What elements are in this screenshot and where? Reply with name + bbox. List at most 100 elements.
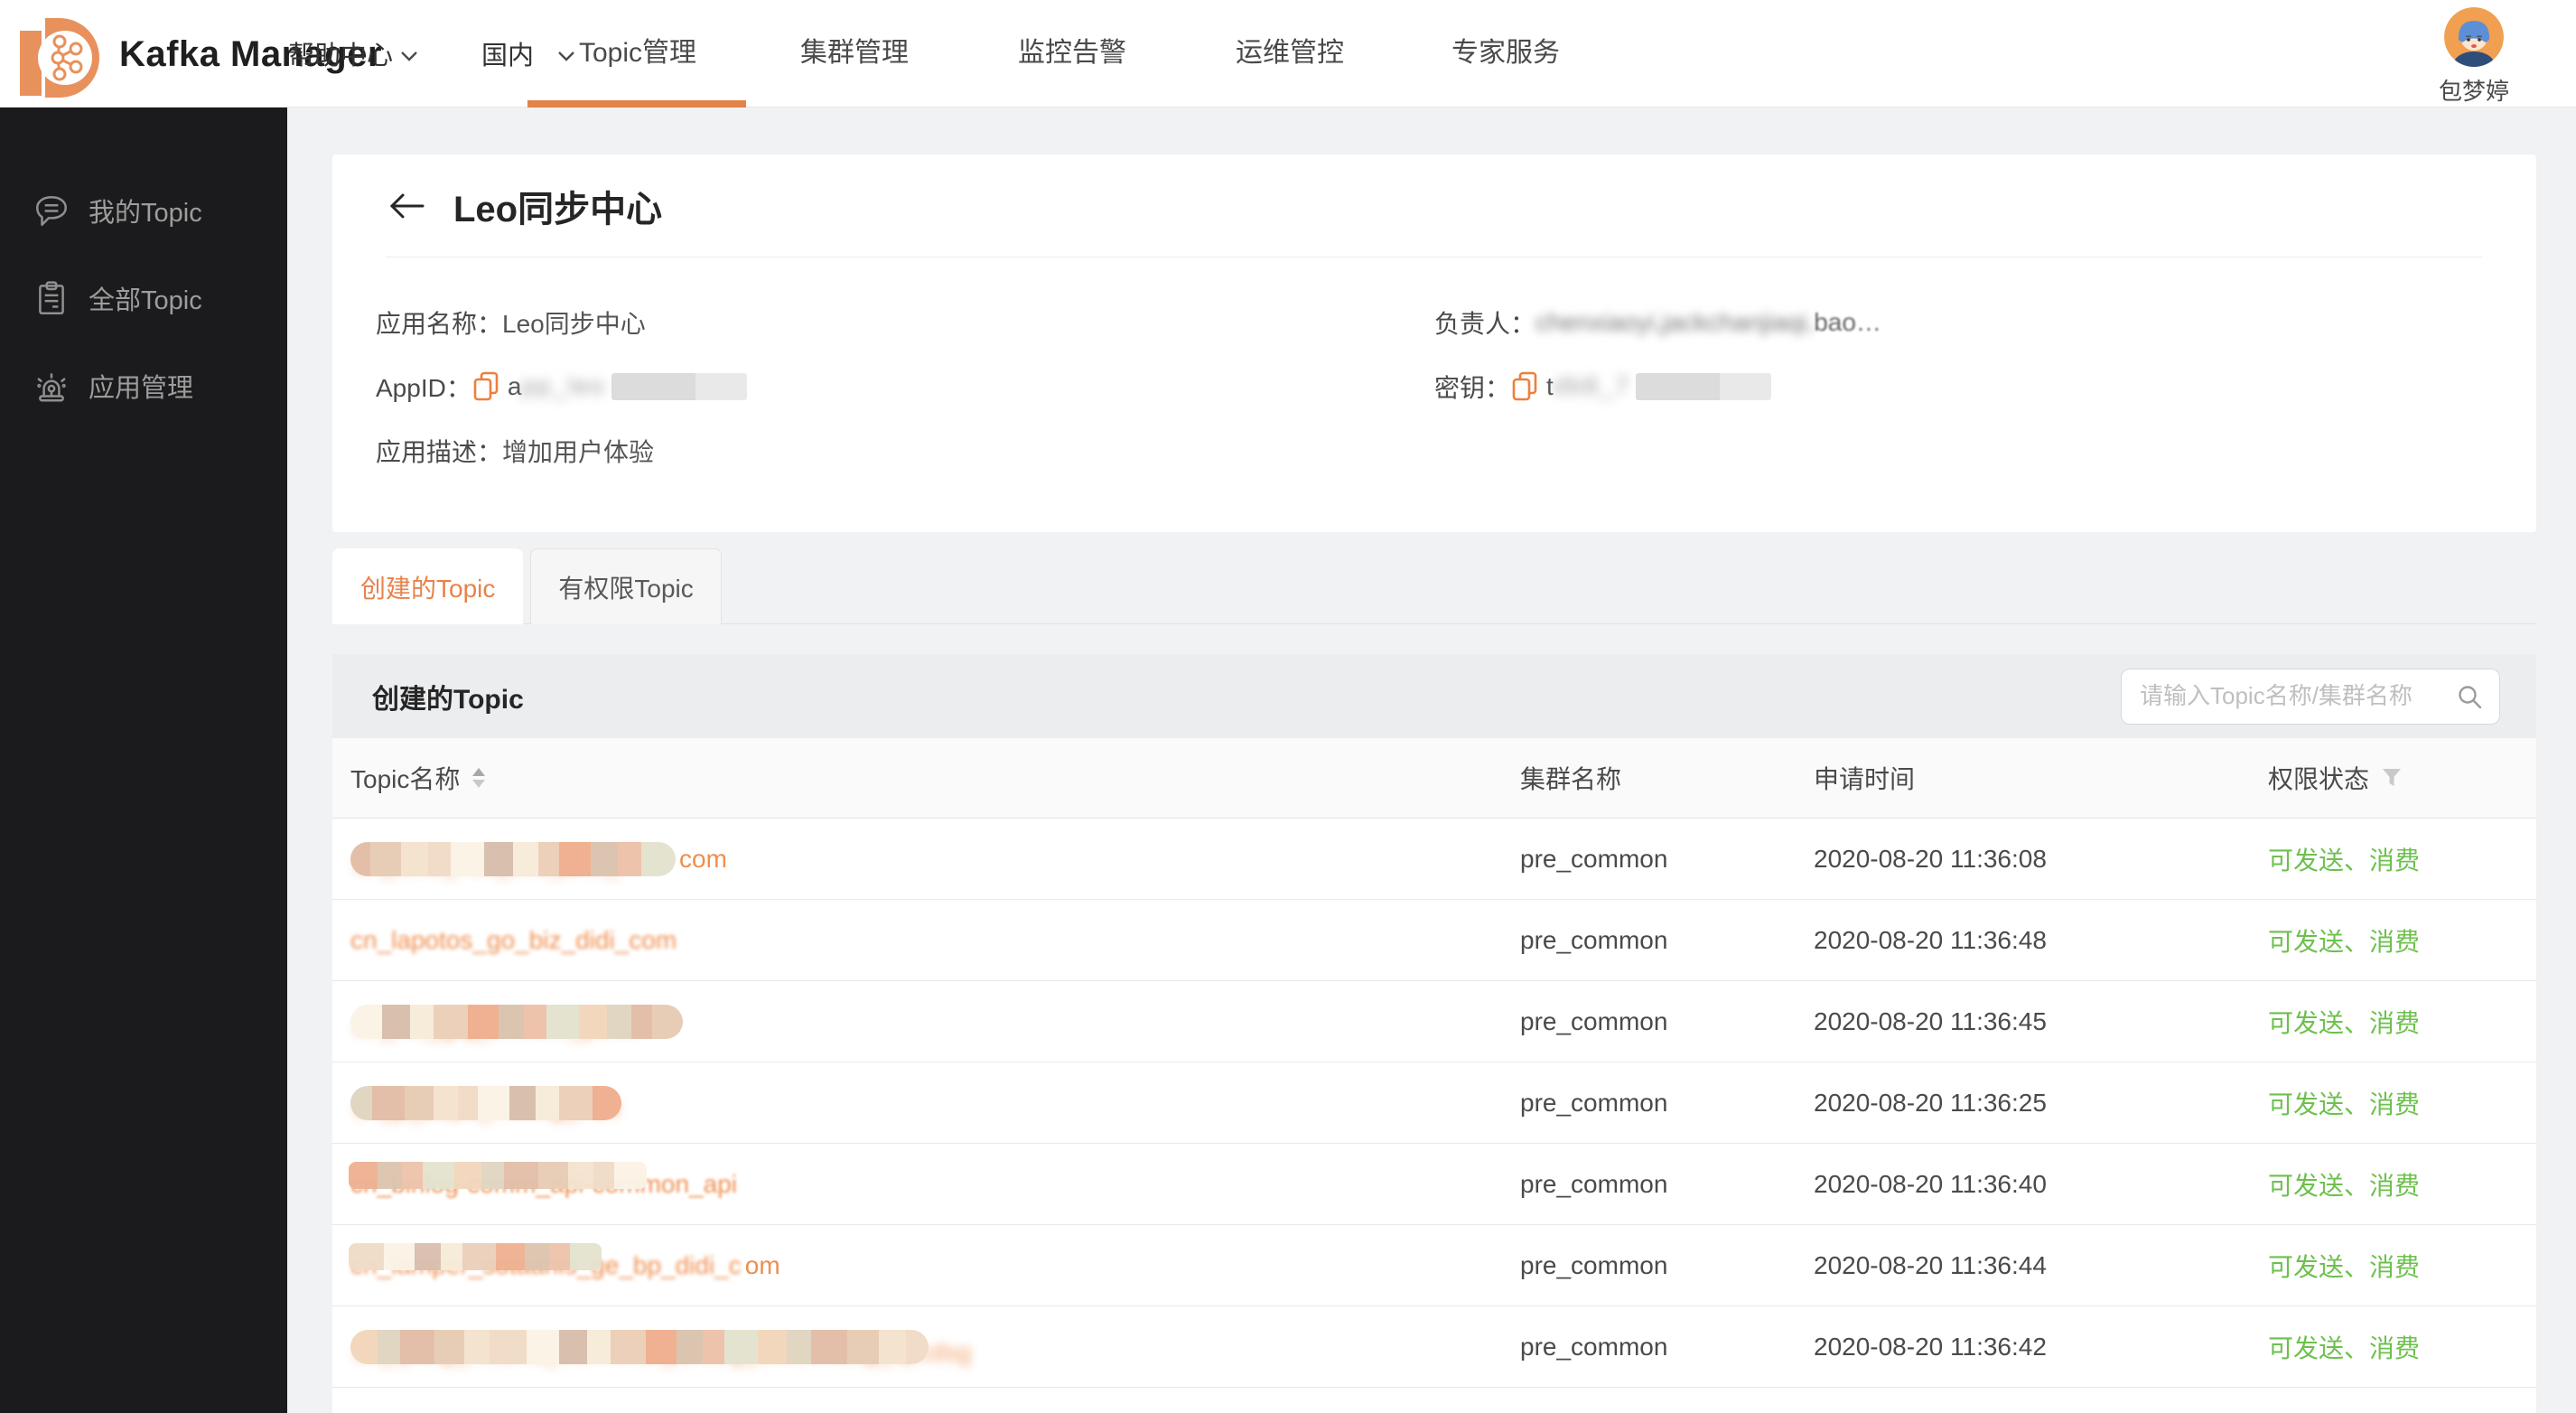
time-cell: 2020-08-20 11:36:08 — [1814, 845, 2268, 874]
status-cell: 可发送、消费 — [2268, 1004, 2536, 1040]
topic-name-cell: cn_p_depc_milling_719 — [332, 1062, 1520, 1144]
secret-label: 密钥： — [1434, 369, 1510, 405]
topic-search-input[interactable] — [2140, 682, 2456, 710]
cluster-cell: pre_common — [1520, 926, 1814, 955]
cluster-cell: pre_common — [1520, 1170, 1814, 1199]
sidebar-item-1[interactable]: 我的Topic — [0, 174, 287, 247]
cluster-cell: pre_common — [1520, 845, 1814, 874]
sidebar-item-label: 应用管理 — [89, 367, 193, 405]
cluster-cell: pre_common — [1520, 1251, 1814, 1280]
cluster-cell: pre_common — [1520, 1089, 1814, 1118]
siren-icon — [33, 367, 70, 405]
help-center-menu[interactable]: 帮助中心 — [288, 34, 418, 72]
region-selector[interactable]: 国内 — [481, 34, 575, 72]
topic-name-cell: cn_lysug_htsbnd_fcommon_binlog_orhtsmdbg… — [332, 1306, 1520, 1388]
cluster-cell: pre_common — [1520, 1333, 1814, 1362]
app-name-value: Leo同步中心 — [502, 304, 646, 341]
copy-icon[interactable] — [473, 371, 499, 401]
table-row: cn_lapotos_go_biz_didi_com pre_common2020… — [332, 900, 2536, 981]
topic-link[interactable]: om — [745, 1251, 780, 1280]
user-menu[interactable]: 包梦婷 — [2424, 7, 2524, 107]
column-header-3: 申请时间 — [1814, 760, 2268, 796]
topic-name-cell: cn_lapotos_go_biz_didi_com — [332, 900, 1520, 981]
chat-bubble-icon — [33, 192, 70, 229]
back-button[interactable] — [387, 192, 426, 220]
copy-icon[interactable] — [1512, 371, 1537, 401]
tab-1[interactable]: 创建的Topic — [332, 548, 523, 624]
topic-tabs: 创建的Topic有权限Topic — [332, 548, 2536, 624]
nav-item-1[interactable]: Topic管理 — [579, 0, 696, 107]
redaction-mosaic — [350, 1086, 621, 1120]
status-cell: 可发送、消费 — [2268, 1166, 2536, 1202]
topic-name-cell: cn_fuse_nsk_soo_didi_com — [332, 819, 1520, 900]
nav-item-3[interactable]: 监控告警 — [1018, 0, 1126, 107]
clipboard-icon — [33, 279, 70, 317]
region-label: 国内 — [481, 34, 534, 72]
topic-name-cell: cn_lamper_sotaahis_ge_bp_didi_com — [332, 1225, 1520, 1306]
status-cell: 可发送、消费 — [2268, 922, 2536, 959]
topic-name-cell: cn_hkl_gsj_cmmon_pinlir — [332, 981, 1520, 1062]
time-cell: 2020-08-20 11:36:45 — [1814, 1007, 2268, 1036]
sidebar-item-2[interactable]: 全部Topic — [0, 262, 287, 334]
app-name-label: 应用名称： — [376, 304, 502, 341]
status-cell: 可发送、消费 — [2268, 841, 2536, 877]
app-detail-card: Leo同步中心 应用名称： Leo同步中心 负责人： chenxiaoyi,ja… — [332, 154, 2536, 532]
search-icon[interactable] — [2456, 683, 2483, 710]
secret-redaction-block — [1636, 373, 1771, 400]
table-row: cn_lamper_sotaahis_ge_bp_didi_compre_com… — [332, 1225, 2536, 1306]
topic-link[interactable]: com — [679, 845, 727, 874]
sidebar-item-label: 全部Topic — [89, 279, 202, 317]
time-cell: 2020-08-20 11:36:48 — [1814, 926, 2268, 955]
status-cell: 可发送、消费 — [2268, 1085, 2536, 1121]
created-topic-panel: 创建的Topic Topic名称集群名称申请时间权限状态cn_fuse_nsk_… — [332, 654, 2536, 1413]
status-cell: 可发送、消费 — [2268, 1329, 2536, 1365]
nav-item-5[interactable]: 专家服务 — [1451, 0, 1560, 107]
table-row: cn_fuse_nsk_soo_didi_compre_common2020-0… — [332, 819, 2536, 900]
redaction-mosaic — [350, 842, 676, 876]
secret-value-redacted: db8_7 — [1554, 372, 1630, 400]
appid-value-prefix: a — [508, 372, 522, 401]
table-row-partial — [332, 1388, 2536, 1413]
user-name: 包梦婷 — [2424, 73, 2524, 107]
table-header-row: Topic名称集群名称申请时间权限状态 — [332, 738, 2536, 819]
app-desc-value: 增加用户体验 — [502, 433, 654, 469]
filter-icon[interactable] — [2382, 769, 2402, 787]
table-row: cn_p_depc_milling_719pre_common2020-08-2… — [332, 1062, 2536, 1144]
page-title: Leo同步中心 — [453, 180, 662, 232]
main-content: Leo同步中心 应用名称： Leo同步中心 负责人： chenxiaoyi,ja… — [287, 108, 2576, 1413]
column-header-4: 权限状态 — [2268, 760, 2536, 796]
appid-redaction-block — [611, 373, 747, 400]
nav-item-4[interactable]: 运维管控 — [1236, 0, 1344, 107]
panel-title: 创建的Topic — [372, 677, 524, 716]
chevron-down-icon — [400, 39, 418, 69]
app-desc-label: 应用描述： — [376, 433, 502, 469]
cluster-cell: pre_common — [1520, 1007, 1814, 1036]
sidebar-item-3[interactable]: 应用管理 — [0, 350, 287, 422]
appid-label: AppID： — [376, 369, 471, 405]
topic-link[interactable]: cn_lapotos_go_biz_didi_com — [350, 926, 677, 955]
topics-table: Topic名称集群名称申请时间权限状态cn_fuse_nsk_soo_didi_… — [332, 738, 2536, 1388]
app-header: Kafka Manager Topic管理集群管理监控告警运维管控专家服务 帮助… — [0, 0, 2576, 108]
topic-search-box[interactable] — [2121, 669, 2500, 725]
time-cell: 2020-08-20 11:36:44 — [1814, 1251, 2268, 1280]
owner-label: 负责人： — [1434, 304, 1535, 341]
kafka-d-logo-icon — [9, 7, 99, 102]
time-cell: 2020-08-20 11:36:42 — [1814, 1333, 2268, 1362]
sidebar: 我的Topic 全部Topic 应用管理 — [0, 108, 287, 1413]
column-header-1: Topic名称 — [332, 760, 1520, 796]
redaction-mosaic — [350, 1330, 929, 1364]
redaction-mosaic — [350, 1005, 683, 1039]
tab-2[interactable]: 有权限Topic — [530, 548, 721, 624]
table-row: cn_binlog-comm_api-common_apipre_common2… — [332, 1144, 2536, 1225]
time-cell: 2020-08-20 11:36:40 — [1814, 1170, 2268, 1199]
table-row: cn_lysug_htsbnd_fcommon_binlog_orhtsmdbg… — [332, 1306, 2536, 1388]
nav-item-2[interactable]: 集群管理 — [800, 0, 909, 107]
appid-value-redacted: pp_leo — [521, 372, 605, 400]
sidebar-item-label: 我的Topic — [89, 192, 202, 229]
secret-value-prefix: t — [1546, 372, 1554, 401]
help-center-label: 帮助中心 — [288, 34, 393, 72]
sort-icon[interactable] — [472, 768, 485, 788]
table-row: cn_hkl_gsj_cmmon_pinlirpre_common2020-08… — [332, 981, 2536, 1062]
redaction-mosaic — [349, 1162, 647, 1189]
status-cell: 可发送、消费 — [2268, 1248, 2536, 1284]
